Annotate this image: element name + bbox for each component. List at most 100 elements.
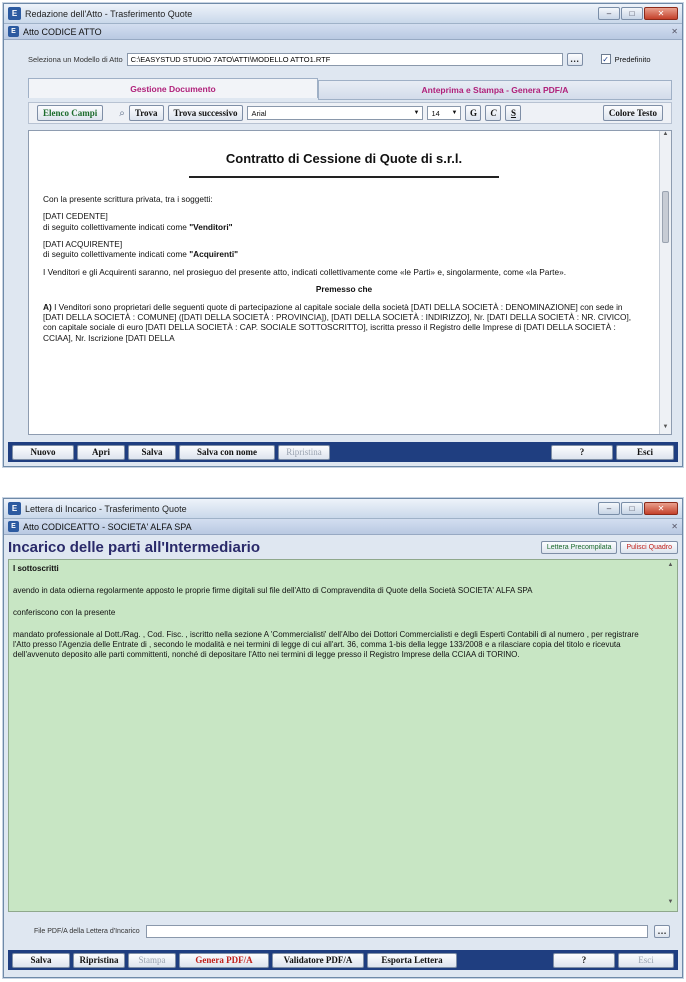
- doc-intro: Con la presente scrittura privata, tra i…: [43, 194, 213, 204]
- pdf-file-label: File PDF/A della Lettera d'Incarico: [34, 927, 140, 935]
- search-icon: ⌕: [119, 107, 125, 119]
- scroll-down-icon[interactable]: ▼: [665, 899, 676, 909]
- minimize-icon[interactable]: –: [598, 7, 620, 20]
- acquirenti-term: "Acquirenti": [189, 249, 239, 260]
- close-child-icon[interactable]: ✕: [671, 27, 678, 36]
- acquirente-desc: di seguito collettivamente indicati come: [43, 249, 190, 260]
- maximize-icon[interactable]: □: [621, 7, 643, 20]
- browse-model-button[interactable]: …: [566, 52, 583, 66]
- predefinito-label: Predefinito: [614, 54, 651, 64]
- cedente-field: [DATI CEDENTE]: [43, 211, 108, 222]
- lettera-precompilata-button[interactable]: Lettera Precompilata: [540, 540, 618, 554]
- salva-button[interactable]: Salva: [12, 952, 70, 968]
- child-window-bar: E Atto CODICE ATTO ✕: [4, 24, 682, 40]
- help-button[interactable]: ?: [553, 952, 615, 968]
- window-titlebar[interactable]: E Redazione dell'Atto - Trasferimento Qu…: [4, 4, 682, 24]
- minimize-icon[interactable]: –: [598, 502, 620, 515]
- help-button[interactable]: ?: [551, 444, 613, 460]
- cedente-desc: di seguito collettivamente indicati come: [43, 221, 190, 232]
- salva-con-nome-button[interactable]: Salva con nome: [179, 444, 275, 460]
- model-path-input[interactable]: [126, 52, 563, 66]
- window-controls: – □ ✕: [598, 7, 678, 20]
- esci-button[interactable]: Esci: [618, 952, 674, 968]
- close-child-icon[interactable]: ✕: [671, 522, 678, 531]
- doc-acquirente: [DATI ACQUIRENTE] di seguito collettivame…: [43, 239, 645, 260]
- salva-button[interactable]: Salva: [128, 444, 176, 460]
- heading-row: Incarico delle parti all'Intermediario L…: [8, 537, 678, 557]
- letter-p4: mandato professionale al Dott./Rag. , Co…: [13, 630, 639, 659]
- acquirente-field: [DATI ACQUIRENTE]: [43, 239, 123, 250]
- validatore-pdfa-button[interactable]: Validatore PDF/A: [272, 952, 364, 968]
- app-logo-icon: E: [8, 7, 21, 20]
- trova-successivo-button[interactable]: Trova successivo: [167, 105, 244, 121]
- size-select-value: 14: [431, 108, 440, 118]
- doc-section-heading: Premesso che: [315, 284, 373, 295]
- window-controls: – □ ✕: [598, 502, 678, 515]
- nuovo-button[interactable]: Nuovo: [12, 444, 74, 460]
- apri-button[interactable]: Apri: [77, 444, 125, 460]
- model-row: Seleziona un Modello di Atto … ✓ Predefi…: [28, 51, 672, 67]
- browse-pdf-button[interactable]: …: [654, 924, 670, 938]
- title-rule: [189, 176, 499, 178]
- ripristina-button[interactable]: Ripristina: [278, 444, 330, 460]
- stampa-button[interactable]: Stampa: [128, 952, 176, 968]
- tab-anteprima-stampa[interactable]: Anteprima e Stampa - Genera PDF/A: [318, 80, 672, 100]
- window-title: Redazione dell'Atto - Trasferimento Quot…: [25, 8, 193, 19]
- window-lettera-incarico: E Lettera di Incarico - Trasferimento Qu…: [3, 498, 683, 978]
- underline-button[interactable]: S: [505, 105, 522, 121]
- tab-gestione-documento[interactable]: Gestione Documento: [28, 78, 318, 98]
- child-window-title: Atto CODICE ATTO: [23, 26, 102, 37]
- doc-parti: I Venditori e gli Acquirenti saranno, ne…: [43, 266, 567, 277]
- pdf-file-input[interactable]: [145, 924, 648, 938]
- letter-scrollbar[interactable]: ▲ ▼: [665, 560, 677, 911]
- font-select[interactable]: Arial ▼: [247, 106, 424, 120]
- clause-a-text: I Venditori sono proprietari delle segue…: [43, 301, 632, 343]
- chevron-down-icon: ▼: [413, 110, 420, 116]
- scroll-down-icon[interactable]: ▼: [660, 424, 671, 434]
- scroll-thumb[interactable]: [662, 191, 669, 243]
- window-title: Lettera di Incarico - Trasferimento Quot…: [25, 503, 187, 514]
- genera-pdfa-button[interactable]: Genera PDF/A: [179, 952, 269, 968]
- app-logo-icon: E: [8, 502, 21, 515]
- size-select[interactable]: 14 ▼: [427, 106, 462, 120]
- document-title: Contratto di Cessione di Quote di s.r.l.: [225, 151, 463, 166]
- font-select-value: Arial: [251, 108, 267, 118]
- clause-a-marker: A): [43, 301, 55, 312]
- predefinito-checkbox[interactable]: ✓: [600, 54, 611, 64]
- app-logo-icon: E: [8, 26, 19, 37]
- pdf-file-row: File PDF/A della Lettera d'Incarico …: [34, 923, 670, 939]
- colore-testo-button[interactable]: Colore Testo: [602, 105, 663, 121]
- tab-strip: Gestione Documento Anteprima e Stampa - …: [28, 78, 672, 100]
- model-label: Seleziona un Modello di Atto: [28, 54, 123, 64]
- app-logo-icon: E: [8, 521, 19, 532]
- letter-p2: avendo in data odierna regolarmente appo…: [13, 586, 533, 595]
- esporta-lettera-button[interactable]: Esporta Lettera: [367, 952, 457, 968]
- child-window-bar: E Atto CODICEATTO - SOCIETA' ALFA SPA ✕: [4, 519, 682, 535]
- close-icon[interactable]: ✕: [644, 7, 678, 20]
- venditori-term: "Venditori": [189, 221, 233, 232]
- footer-toolbar: Nuovo Apri Salva Salva con nome Ripristi…: [8, 442, 678, 462]
- document-editor[interactable]: Contratto di Cessione di Quote di s.r.l.…: [28, 130, 672, 435]
- pulisci-quadro-button[interactable]: Pulisci Quadro: [620, 540, 678, 554]
- window-titlebar[interactable]: E Lettera di Incarico - Trasferimento Qu…: [4, 499, 682, 519]
- page-title: Incarico delle parti all'Intermediario: [8, 538, 260, 556]
- trova-button[interactable]: Trova: [128, 105, 164, 121]
- window-redazione-atto: E Redazione dell'Atto - Trasferimento Qu…: [3, 3, 683, 467]
- bold-button[interactable]: G: [465, 105, 482, 121]
- child-window-title: Atto CODICEATTO - SOCIETA' ALFA SPA: [23, 521, 192, 532]
- letter-text-area[interactable]: I sottoscritti avendo in data odierna re…: [8, 559, 678, 912]
- doc-cedente: [DATI CEDENTE] di seguito collettivamente…: [43, 211, 645, 232]
- document-scrollbar[interactable]: ▲ ▼: [659, 131, 671, 434]
- esci-button[interactable]: Esci: [616, 444, 674, 460]
- ripristina-button[interactable]: Ripristina: [73, 952, 125, 968]
- scroll-up-icon[interactable]: ▲: [665, 562, 676, 572]
- letter-p1: I sottoscritti: [13, 564, 59, 573]
- elenco-campi-button[interactable]: Elenco Campi: [37, 105, 104, 121]
- footer-toolbar: Salva Ripristina Stampa Genera PDF/A Val…: [8, 950, 678, 970]
- maximize-icon[interactable]: □: [621, 502, 643, 515]
- scroll-up-icon[interactable]: ▲: [660, 131, 671, 141]
- editor-toolbar: Elenco Campi ⌕ Trova Trova successivo Ar…: [28, 102, 672, 124]
- chevron-down-icon: ▼: [451, 110, 458, 116]
- close-icon[interactable]: ✕: [644, 502, 678, 515]
- italic-button[interactable]: C: [485, 105, 502, 121]
